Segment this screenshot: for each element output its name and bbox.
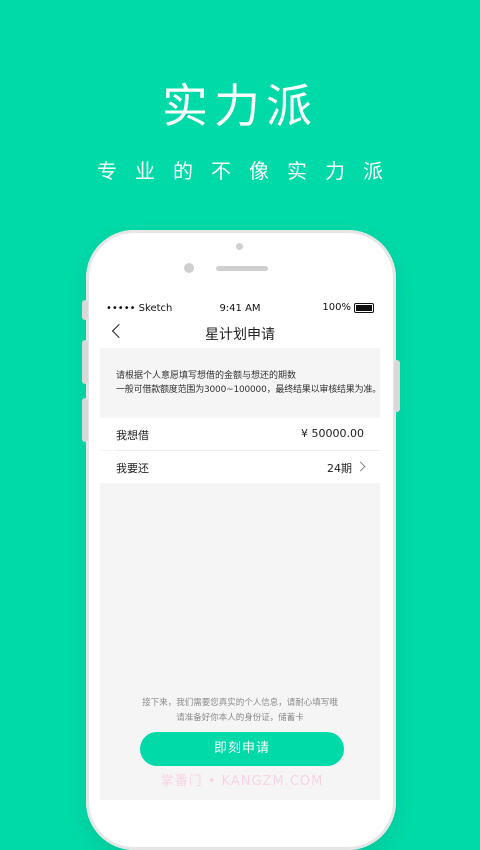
speaker-grille-icon (216, 266, 268, 271)
notice-line-2: 一般可借款额度范围为3000~100000，最终结果以审核结果为准。 (116, 385, 380, 395)
battery-icon (354, 302, 374, 313)
phone-screen: ••••• Sketch 9:41 AM 100% 星计划申请 请根据个人意愿填… (100, 300, 380, 800)
info-hint: 接下来，我们需要您真实的个人信息，请耐心填写哦 请准备好你本人的身份证，储蓄卡 (100, 696, 380, 726)
front-camera-icon (184, 263, 194, 273)
apply-button[interactable]: 即刻申请 (140, 732, 344, 766)
battery-percent: 100% (322, 302, 351, 313)
chevron-right-icon[interactable] (355, 461, 366, 472)
hint-line-2: 请准备好你本人的身份证，储蓄卡 (176, 713, 304, 723)
proximity-sensor-icon (236, 243, 243, 250)
mute-switch (82, 300, 88, 320)
volume-down-button (82, 398, 88, 442)
navigation-bar: 星计划申请 (100, 318, 380, 348)
volume-up-button (82, 340, 88, 384)
page-title: 星计划申请 (205, 327, 275, 343)
repay-period-label: 我要还 (116, 462, 149, 475)
borrow-amount-row[interactable]: 我想借 ¥ 50000.00 (100, 418, 380, 450)
status-bar: ••••• Sketch 9:41 AM 100% (100, 300, 380, 318)
repay-period-row[interactable]: 我要还 24期 (100, 451, 380, 483)
power-button (394, 360, 400, 412)
repay-period-value[interactable]: 24期 (327, 460, 352, 476)
borrow-amount-label: 我想借 (116, 429, 149, 442)
borrow-amount-value[interactable]: ¥ 50000.00 (301, 427, 364, 440)
notice-section: 请根据个人意愿填写想借的金额与想还的期数 一般可借款额度范围为3000~1000… (100, 348, 380, 416)
hint-line-1: 接下来，我们需要您真实的个人信息，请耐心填写哦 (142, 698, 338, 708)
hero-title: 实力派 (162, 79, 318, 133)
battery-indicator: 100% (322, 302, 374, 313)
hero-subtitle: 专业的不像实力派 (97, 159, 401, 183)
watermark: 掌番门 • KANGZM.COM (160, 774, 324, 789)
